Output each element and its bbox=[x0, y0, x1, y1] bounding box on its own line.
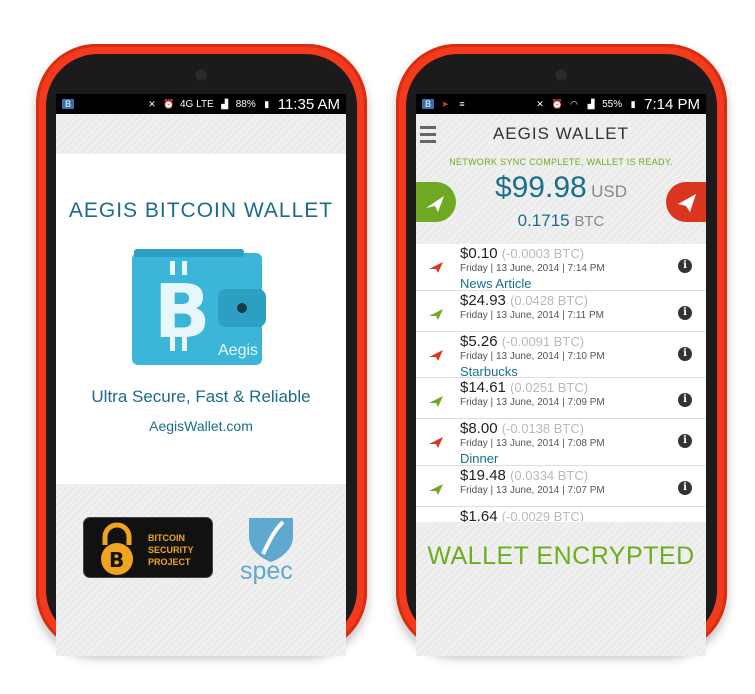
encryption-footer: WALLET ENCRYPTED bbox=[416, 522, 706, 656]
send-arrow-icon bbox=[678, 194, 696, 212]
alarm-icon: ⏰ bbox=[163, 99, 175, 109]
battery-percent: 88% bbox=[235, 98, 256, 110]
badge-line: SECURITY bbox=[148, 545, 194, 555]
signal-icon: ▟ bbox=[587, 99, 595, 109]
encryption-status: WALLET ENCRYPTED bbox=[427, 542, 695, 570]
transaction-date: Friday | 13 June, 2014 | 7:14 PM bbox=[460, 263, 605, 274]
info-icon[interactable]: i bbox=[678, 480, 692, 495]
network-type: 4G LTE bbox=[180, 98, 214, 110]
transaction-btc: (-0.0091 BTC) bbox=[501, 333, 585, 349]
left-phone: B ✕ ⏰ 4G LTE ▟ 88% ▮ 11:35 AM AEGIS BITC… bbox=[36, 44, 367, 656]
badge-line: BITCOIN bbox=[148, 533, 185, 543]
right-phone: B ➤ ≡ ✕ ⏰ ◠ ▟ 55% ▮ 7:14 PM AEGIS WALLET… bbox=[396, 44, 727, 656]
status-time: 7:14 PM bbox=[644, 95, 700, 113]
transaction-label: News Article bbox=[460, 276, 532, 291]
signal-icon: ▟ bbox=[221, 99, 229, 109]
info-icon[interactable]: i bbox=[678, 346, 692, 361]
battery-icon: ▮ bbox=[630, 99, 636, 109]
transaction-amount: $14.61 bbox=[460, 379, 506, 396]
transaction-row[interactable]: $5.26 (-0.0091 BTC) Friday | 13 June, 20… bbox=[416, 332, 706, 379]
app-title: AEGIS BITCOIN WALLET bbox=[68, 199, 334, 222]
page-title: AEGIS WALLET bbox=[492, 124, 630, 143]
transaction-amount: $0.10 bbox=[460, 245, 498, 262]
wallet-header: AEGIS WALLET NETWORK SYNC COMPLETE, WALL… bbox=[416, 114, 706, 244]
list-notification-icon: ≡ bbox=[459, 99, 465, 109]
transaction-amount: $8.00 bbox=[460, 420, 498, 437]
transaction-btc: (-0.0138 BTC) bbox=[501, 421, 585, 436]
transaction-amount: $24.93 bbox=[460, 291, 506, 309]
padlock-icon: B bbox=[101, 522, 133, 575]
battery-icon: ▮ bbox=[264, 99, 270, 109]
balance-btc: 0.1715 BTC bbox=[416, 211, 706, 231]
alarm-icon: ⏰ bbox=[551, 99, 563, 109]
transaction-label: Dinner bbox=[460, 451, 499, 466]
balance-btc-value: 0.1715 bbox=[517, 211, 570, 230]
send-notification-icon: ➤ bbox=[441, 99, 449, 109]
transaction-row[interactable]: $24.93 (0.0428 BTC) Friday | 13 June, 20… bbox=[416, 291, 706, 332]
wifi-icon: ◠ bbox=[570, 99, 579, 109]
received-arrow-icon bbox=[429, 483, 443, 495]
status-time: 11:35 AM bbox=[277, 95, 340, 113]
transaction-date: Friday | 13 June, 2014 | 7:09 PM bbox=[460, 397, 605, 408]
balance-usd-value: $99.98 bbox=[494, 171, 587, 204]
sent-arrow-icon bbox=[429, 262, 443, 273]
right-screen: B ➤ ≡ ✕ ⏰ ◠ ▟ 55% ▮ 7:14 PM AEGIS WALLET… bbox=[416, 94, 706, 656]
phone-camera bbox=[194, 68, 208, 82]
info-icon[interactable]: i bbox=[678, 259, 692, 273]
transaction-label: Starbucks bbox=[460, 363, 518, 379]
battery-percent: 55% bbox=[602, 98, 623, 110]
left-screen: B ✕ ⏰ 4G LTE ▟ 88% ▮ 11:35 AM AEGIS BITC… bbox=[56, 94, 346, 656]
transaction-row[interactable]: $19.48 (0.0334 BTC) Friday | 13 June, 20… bbox=[416, 466, 706, 507]
transaction-list[interactable]: $0.10 (-0.0003 BTC) Friday | 13 June, 20… bbox=[416, 244, 706, 538]
badge-line: PROJECT bbox=[148, 557, 191, 567]
info-icon[interactable]: i bbox=[678, 393, 692, 407]
status-bar: B ✕ ⏰ 4G LTE ▟ 88% ▮ 11:35 AM bbox=[56, 94, 346, 114]
transaction-row[interactable]: $14.61 (0.0251 BTC) Friday | 13 June, 20… bbox=[416, 378, 706, 419]
transaction-btc: (0.0334 BTC) bbox=[510, 467, 589, 483]
sent-arrow-icon bbox=[429, 349, 443, 361]
transaction-amount: $5.26 bbox=[460, 332, 498, 350]
phone-camera bbox=[554, 68, 568, 82]
transaction-btc: (0.0251 BTC) bbox=[510, 380, 589, 395]
mute-icon: ✕ bbox=[148, 99, 156, 109]
partner-band: B BITCOIN SECURITY PROJECT spec bbox=[56, 484, 346, 656]
transaction-date: Friday | 13 June, 2014 | 7:07 PM bbox=[460, 484, 605, 496]
spec-logo: spec bbox=[240, 557, 293, 585]
balance-usd: $99.98 USD bbox=[416, 171, 706, 205]
header-band bbox=[56, 114, 346, 154]
splash-content: AEGIS BITCOIN WALLET B Aegis Ultra Secur… bbox=[56, 154, 346, 484]
transaction-row[interactable]: $0.10 (-0.0003 BTC) Friday | 13 June, 20… bbox=[416, 244, 706, 291]
received-arrow-icon bbox=[429, 308, 443, 320]
status-bar: B ➤ ≡ ✕ ⏰ ◠ ▟ 55% ▮ 7:14 PM bbox=[416, 94, 706, 114]
balance-btc-unit: BTC bbox=[574, 213, 605, 230]
send-button[interactable] bbox=[666, 182, 706, 222]
bitcoin-security-project-badge: B BITCOIN SECURITY PROJECT bbox=[83, 517, 213, 578]
info-icon[interactable]: i bbox=[678, 305, 692, 320]
transaction-date: Friday | 13 June, 2014 | 7:08 PM bbox=[460, 438, 605, 449]
app-notification-icon: B bbox=[422, 99, 434, 109]
transaction-btc: (-0.0003 BTC) bbox=[501, 246, 585, 261]
sent-arrow-icon bbox=[429, 437, 443, 448]
tagline: Ultra Secure, Fast & Reliable bbox=[91, 387, 311, 406]
transaction-amount: $19.48 bbox=[460, 466, 506, 484]
balance-usd-unit: USD bbox=[591, 182, 628, 201]
transaction-date: Friday | 13 June, 2014 | 7:10 PM bbox=[460, 350, 605, 362]
transaction-date: Friday | 13 June, 2014 | 7:11 PM bbox=[460, 309, 604, 321]
transaction-row[interactable]: $8.00 (-0.0138 BTC) Friday | 13 June, 20… bbox=[416, 419, 706, 466]
transaction-btc: (0.0428 BTC) bbox=[510, 292, 589, 308]
app-notification-icon: B bbox=[62, 99, 74, 109]
mute-icon: ✕ bbox=[536, 99, 544, 109]
svg-text:B: B bbox=[109, 548, 124, 572]
website-link[interactable]: AegisWallet.com bbox=[56, 418, 346, 434]
received-arrow-icon bbox=[429, 396, 443, 407]
wallet-logo-text: Aegis bbox=[218, 342, 259, 359]
info-icon[interactable]: i bbox=[678, 434, 692, 448]
sync-status: NETWORK SYNC COMPLETE, WALLET IS READY. bbox=[449, 157, 673, 167]
